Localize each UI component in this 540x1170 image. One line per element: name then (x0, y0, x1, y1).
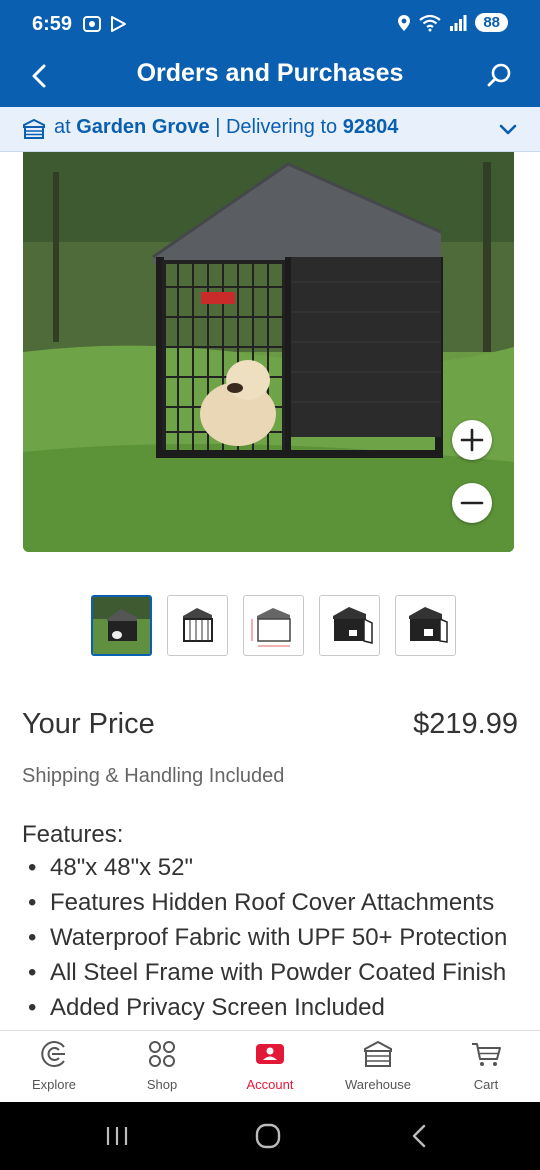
features-heading: Features: (22, 821, 124, 848)
feature-item: • Features Hidden Roof Cover Attachments (28, 889, 495, 916)
status-time: 6:59 (32, 13, 73, 35)
feature-item: • Added Privacy Screen Included (28, 994, 385, 1021)
store-icon (23, 118, 45, 139)
nav-account[interactable]: Account (216, 1031, 324, 1102)
nav-shop[interactable]: Shop (108, 1031, 216, 1102)
nav-label: Cart (473, 1077, 499, 1092)
kennel-photo (23, 152, 514, 552)
nav-label: Account (246, 1077, 294, 1092)
signal-icon (450, 14, 467, 31)
thumbnail-image (251, 608, 291, 647)
shipping-note: Shipping & Handling Included (22, 765, 285, 787)
search-icon[interactable] (486, 61, 514, 89)
zoom-in-button[interactable] (452, 420, 492, 460)
location-text: at Garden Grove | Delivering to 92804 (54, 116, 399, 138)
zoom-out-button[interactable] (452, 483, 492, 523)
play-store-icon (111, 16, 126, 32)
thumbnail-image (183, 608, 213, 642)
features-list: • 48"x 48"x 52" • Features Hidden Roof Cov… (28, 850, 507, 1025)
price-value: $219.99 (413, 708, 518, 740)
cart-icon (472, 1043, 501, 1066)
chevron-down-icon[interactable] (498, 120, 518, 140)
thumbnail-1[interactable] (91, 595, 152, 656)
plus-icon (460, 428, 484, 452)
wifi-icon (419, 14, 441, 31)
nav-cart[interactable]: Cart (432, 1031, 540, 1102)
thumbnail-image (333, 607, 373, 644)
shop-grid-icon (149, 1041, 175, 1067)
thumbnail-4[interactable] (319, 595, 380, 656)
thumbnail-5[interactable] (395, 595, 456, 656)
price-label: Your Price (22, 708, 155, 740)
delivery-zip: 92804 (342, 116, 399, 138)
status-system-icons: 88 (397, 13, 508, 32)
nav-label: Shop (146, 1077, 178, 1092)
bottom-navigation: Explore Shop Account Warehouse Cart (0, 1030, 540, 1102)
status-notification-icons (82, 14, 128, 34)
warehouse-icon (364, 1040, 392, 1067)
screenshot-icon (83, 16, 101, 32)
recents-icon[interactable] (104, 1124, 130, 1148)
app-bar: Orders and Purchases (0, 50, 540, 107)
system-back-icon[interactable] (408, 1123, 432, 1149)
nav-label: Warehouse (345, 1077, 411, 1092)
thumbnail-2[interactable] (167, 595, 228, 656)
location-icon (398, 14, 411, 31)
nav-explore[interactable]: Explore (0, 1031, 108, 1102)
battery-indicator: 88 (475, 13, 508, 32)
location-bar[interactable]: at Garden Grove | Delivering to 92804 (0, 107, 540, 152)
product-main-image[interactable] (23, 152, 514, 552)
thumbnail-image (93, 597, 150, 654)
minus-icon (460, 501, 484, 505)
page-title: Orders and Purchases (136, 59, 404, 87)
explore-icon (41, 1041, 65, 1067)
thumbnail-image (409, 607, 448, 643)
thumbnail-strip (91, 595, 456, 656)
account-icon (256, 1044, 284, 1064)
home-icon[interactable] (254, 1122, 282, 1150)
system-navigation-bar (0, 1102, 540, 1170)
nav-warehouse[interactable]: Warehouse (324, 1031, 432, 1102)
store-name: Garden Grove (76, 116, 210, 138)
feature-item: • Waterproof Fabric with UPF 50+ Protecti… (28, 924, 508, 951)
nav-label: Explore (31, 1077, 77, 1092)
status-bar: 6:59 88 (0, 0, 540, 50)
feature-item: • 48"x 48"x 52" (28, 854, 193, 881)
feature-item: • All Steel Frame with Powder Coated Fini… (28, 959, 507, 986)
thumbnail-3[interactable] (243, 595, 304, 656)
